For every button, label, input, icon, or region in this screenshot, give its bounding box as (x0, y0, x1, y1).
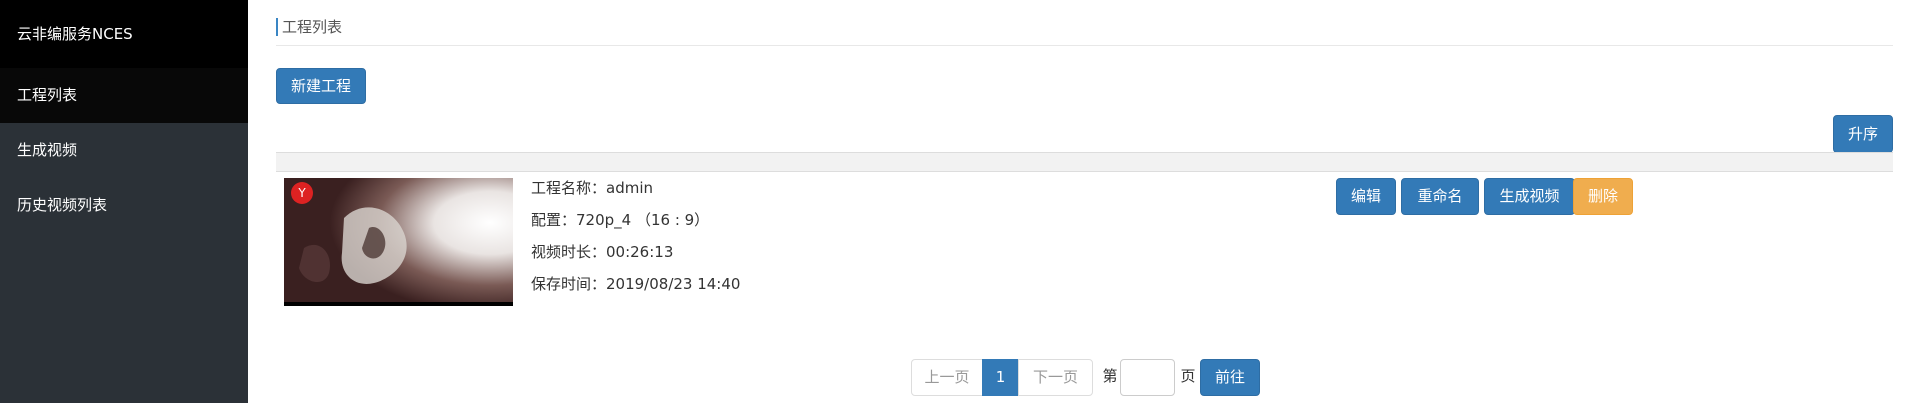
prev-page-button[interactable]: 上一页 (911, 359, 983, 396)
project-duration: 视频时长：00:26:13 (531, 243, 674, 261)
sidebar-item-project-list[interactable]: 工程列表 (0, 68, 248, 123)
sidebar: 云非编服务NCES 工程列表 生成视频 历史视频列表 (0, 0, 248, 403)
edit-button[interactable]: 编辑 (1336, 178, 1396, 215)
project-thumbnail[interactable]: Y (284, 178, 513, 306)
sort-ascending-button[interactable]: 升序 (1833, 115, 1893, 153)
current-page-button[interactable]: 1 (982, 359, 1019, 396)
sidebar-item-history-videos[interactable]: 历史视频列表 (0, 178, 248, 233)
page-suffix-label: 页 (1180, 367, 1196, 385)
new-project-button[interactable]: 新建工程 (276, 68, 366, 104)
app-brand: 云非编服务NCES (0, 0, 248, 68)
main-content: 工程列表 新建工程 升序 Y 工程名称：admin 配置：720p_4 （16 … (248, 0, 1910, 403)
sidebar-item-generate-video[interactable]: 生成视频 (0, 123, 248, 178)
thumbnail-bottom-bar (284, 302, 513, 306)
thumbnail-image (284, 178, 513, 306)
delete-button[interactable]: 删除 (1573, 178, 1633, 215)
rename-button[interactable]: 重命名 (1401, 178, 1479, 215)
table-header (276, 152, 1893, 172)
project-name: 工程名称：admin (531, 179, 654, 197)
page-number-input[interactable] (1120, 359, 1175, 396)
page-title-text: 工程列表 (282, 18, 343, 36)
next-page-button[interactable]: 下一页 (1018, 359, 1093, 396)
page-title: 工程列表 (276, 15, 1893, 46)
project-saved-time: 保存时间：2019/08/23 14:40 (531, 275, 741, 293)
title-accent-bar (276, 18, 278, 36)
project-config: 配置：720p_4 （16 : 9） (531, 211, 710, 229)
generate-video-button[interactable]: 生成视频 (1484, 178, 1575, 215)
go-to-page-button[interactable]: 前往 (1200, 359, 1260, 396)
page-prefix-label: 第 (1102, 367, 1118, 385)
channel-logo-icon: Y (291, 182, 313, 204)
